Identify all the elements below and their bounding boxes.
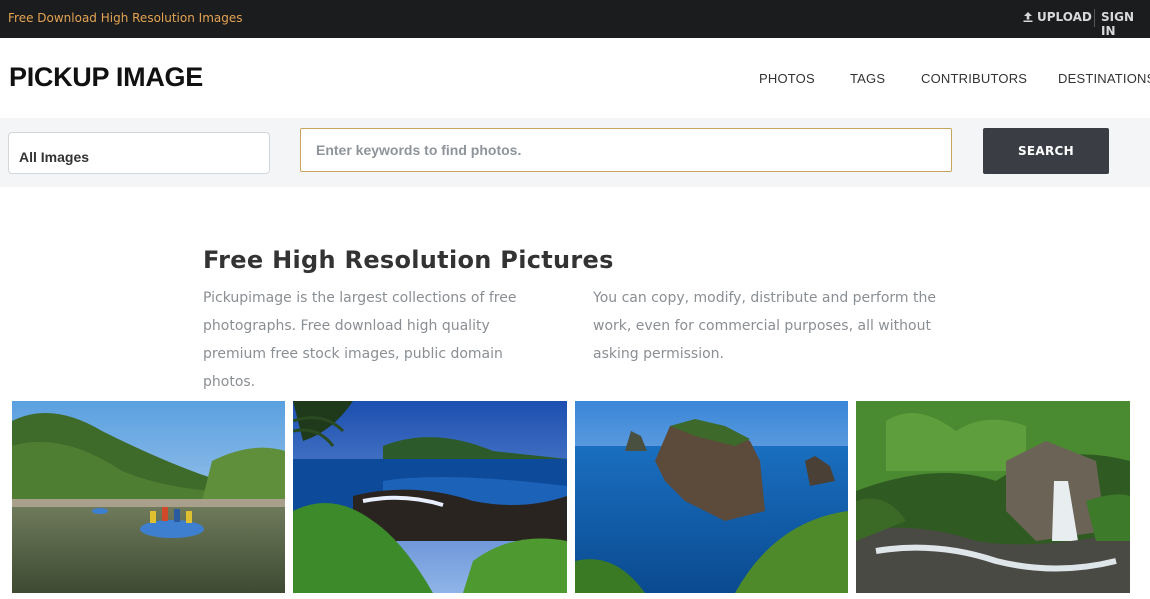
top-bar: Free Download High Resolution Images UPL… (0, 0, 1150, 38)
site-tagline: Free Download High Resolution Images (8, 11, 243, 25)
nav-photos[interactable]: PHOTOS (759, 71, 815, 86)
gallery-photo-forest-waterfall[interactable] (856, 401, 1130, 593)
upload-link[interactable]: UPLOAD (1022, 10, 1092, 24)
intro-text-left: Pickupimage is the largest collections o… (203, 290, 517, 390)
intro-text-right: You can copy, modify, distribute and per… (593, 290, 936, 362)
topbar-divider (1094, 9, 1095, 27)
gallery-photo-sea-cliffs[interactable] (575, 401, 848, 593)
photo-river-rafting (12, 401, 285, 593)
photo-tropical-coast (293, 401, 567, 593)
category-selected-value: All Images (19, 149, 90, 165)
gallery-photo-rafting[interactable] (12, 401, 285, 593)
category-select[interactable]: All Images (8, 132, 270, 174)
sign-in-link[interactable]: SIGN IN (1101, 10, 1150, 38)
upload-icon (1023, 12, 1033, 22)
upload-label: UPLOAD (1037, 10, 1092, 24)
page-title: Free High Resolution Pictures (203, 246, 614, 274)
search-input[interactable] (300, 128, 952, 172)
gallery-photo-tropical-coast[interactable] (293, 401, 567, 593)
nav-tags[interactable]: TAGS (850, 71, 885, 86)
photo-forest-waterfall (856, 401, 1130, 593)
nav-contributors[interactable]: CONTRIBUTORS (921, 71, 1027, 86)
nav-destinations[interactable]: DESTINATIONS (1058, 71, 1150, 86)
site-logo[interactable]: PICKUP IMAGE (9, 62, 203, 93)
photo-sea-cliffs (575, 401, 848, 593)
search-button[interactable]: SEARCH (983, 128, 1109, 174)
